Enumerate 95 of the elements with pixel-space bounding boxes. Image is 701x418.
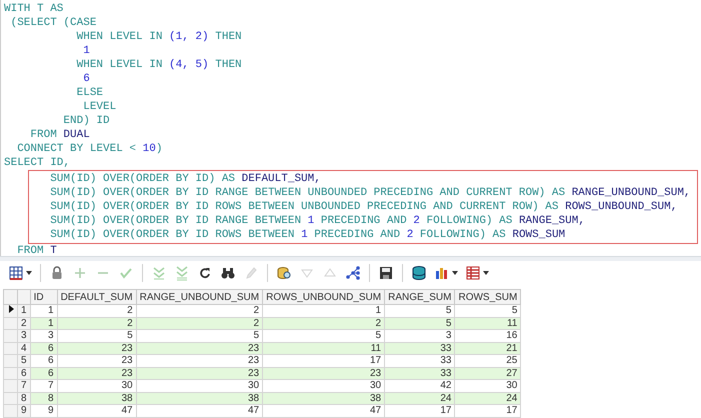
table-cell: 3 [30,330,58,342]
table-cell: 23 [136,367,263,380]
code-line: ELSE [76,86,104,100]
code-line: WITH T AS [3,2,64,16]
table-cell: 2 [136,304,263,317]
table-cell: 38 [136,392,263,404]
table-cell: 30 [454,380,521,392]
plus-icon [72,265,88,281]
column-header[interactable]: ROWS_SUM [454,290,521,304]
table-cell: 5 [57,330,136,342]
table-cell: 17 [262,354,385,367]
tree-diagram-icon [345,265,361,281]
table-cell: 11 [454,317,521,330]
code-line: SELECT ID, [3,156,72,170]
code-line: LEVEL [82,100,118,114]
table-cell: 5 [136,330,263,342]
code-line: FROM DUAL [29,128,91,142]
pencil-icon [243,265,259,281]
column-header[interactable]: ID [30,290,58,304]
table-cell: 25 [454,354,521,367]
table-cell: 23 [136,354,263,367]
table-cell: 23 [57,367,136,380]
table-cell: 1 [262,304,385,317]
double-down-arrow-icon [151,265,167,281]
code-line: CONNECT BY LEVEL < 10) [16,142,164,156]
table-cell: 33 [384,367,455,380]
table-cell: 33 [384,342,455,354]
column-header[interactable]: RANGE_SUM [384,290,455,304]
column-header[interactable]: RANGE_UNBOUND_SUM [136,290,263,304]
header-corner [18,290,30,304]
table-cell: 2 [262,317,385,330]
table-cell: 42 [384,380,455,392]
table-cell: 5 [384,304,455,317]
column-header[interactable]: DEFAULT_SUM [57,290,136,304]
table-cell: 24 [454,392,521,404]
minus-icon [98,272,108,274]
table-cell: 1 [30,304,58,317]
database-icon [411,265,427,281]
code-line: SUM(ID) OVER(ORDER BY ID ROWS BETWEEN UNBOUNDED PRECEDING AND CURRENT ROW) AS ROWS_UNBOUND_SUM, [49,200,678,214]
table-cell: 17 [454,404,521,417]
table-cell: 6 [30,354,58,367]
table-cell: 47 [136,404,263,417]
caret-icon [26,271,32,275]
code-line: END) ID [62,114,111,128]
code-line: 1 [82,44,91,58]
code-line: SUM(ID) OVER(ORDER BY ID RANGE BETWEEN 1 PRECEDING AND 2 FOLLOWING) AS RANGE_SUM, [49,214,586,228]
table-cell: 47 [57,404,136,417]
table-cell: 24 [384,392,455,404]
table-cell: 23 [136,342,263,354]
table-cell: 2 [57,304,136,317]
table-cell: 38 [57,392,136,404]
table-cell: 47 [262,404,385,417]
table-cell: 11 [262,342,385,354]
binoculars-icon [220,265,236,281]
code-line: (SELECT (CASE [10,16,98,30]
table-cell: 5 [262,330,385,342]
table-cell: 30 [136,380,263,392]
table-icon [465,265,481,281]
code-line: SUM(ID) OVER(ORDER BY ID ROWS BETWEEN 1 PRECEDING AND 2 FOLLOWING) AS ROWS_SUM [49,228,566,242]
table-cell: 33 [384,354,455,367]
code-line: 6 [82,72,91,86]
caret-icon [452,271,458,275]
refresh-icon [197,265,213,281]
table-cell: 5 [454,304,521,317]
table-cell: 21 [454,342,521,354]
table-cell: 16 [454,330,521,342]
bar-chart-icon [434,265,450,281]
row-indicator[interactable] [4,304,18,317]
table-cell: 23 [262,367,385,380]
table-cell: 2 [57,317,136,330]
current-row-arrow-icon [9,305,14,314]
table-cell: 27 [454,367,521,380]
code-line: SUM(ID) OVER(ORDER BY ID) AS DEFAULT_SUM, [49,172,322,186]
header-corner [4,290,18,304]
table-cell: 9 [30,404,58,417]
column-header[interactable]: ROWS_UNBOUND_SUM [262,290,385,304]
tree-diagram-button[interactable] [343,263,363,283]
code-line: WHEN LEVEL IN (1, 2) THEN [76,30,243,44]
table-cell: 23 [57,354,136,367]
caret-icon [483,271,489,275]
table-cell: 3 [384,330,455,342]
double-down-arrow-icon [174,265,190,281]
table-cell: 30 [262,380,385,392]
code-line: SUM(ID) OVER(ORDER BY ID RANGE BETWEEN UNBOUNDED PRECEDING AND CURRENT ROW) AS RANGE_UNBOUND_SUM, [49,186,692,200]
table-cell: 2 [136,317,263,330]
code-line: FROM T [16,244,58,258]
grid-icon [8,265,24,281]
database-magnifier-icon [276,265,292,281]
table-cell: 38 [262,392,385,404]
table-cell: 7 [30,380,58,392]
table-cell: 30 [57,380,136,392]
table-cell: 23 [57,342,136,354]
table-cell: 5 [384,317,455,330]
table-cell: 17 [384,404,455,417]
code-line: WHEN LEVEL IN (4, 5) THEN [76,58,243,72]
